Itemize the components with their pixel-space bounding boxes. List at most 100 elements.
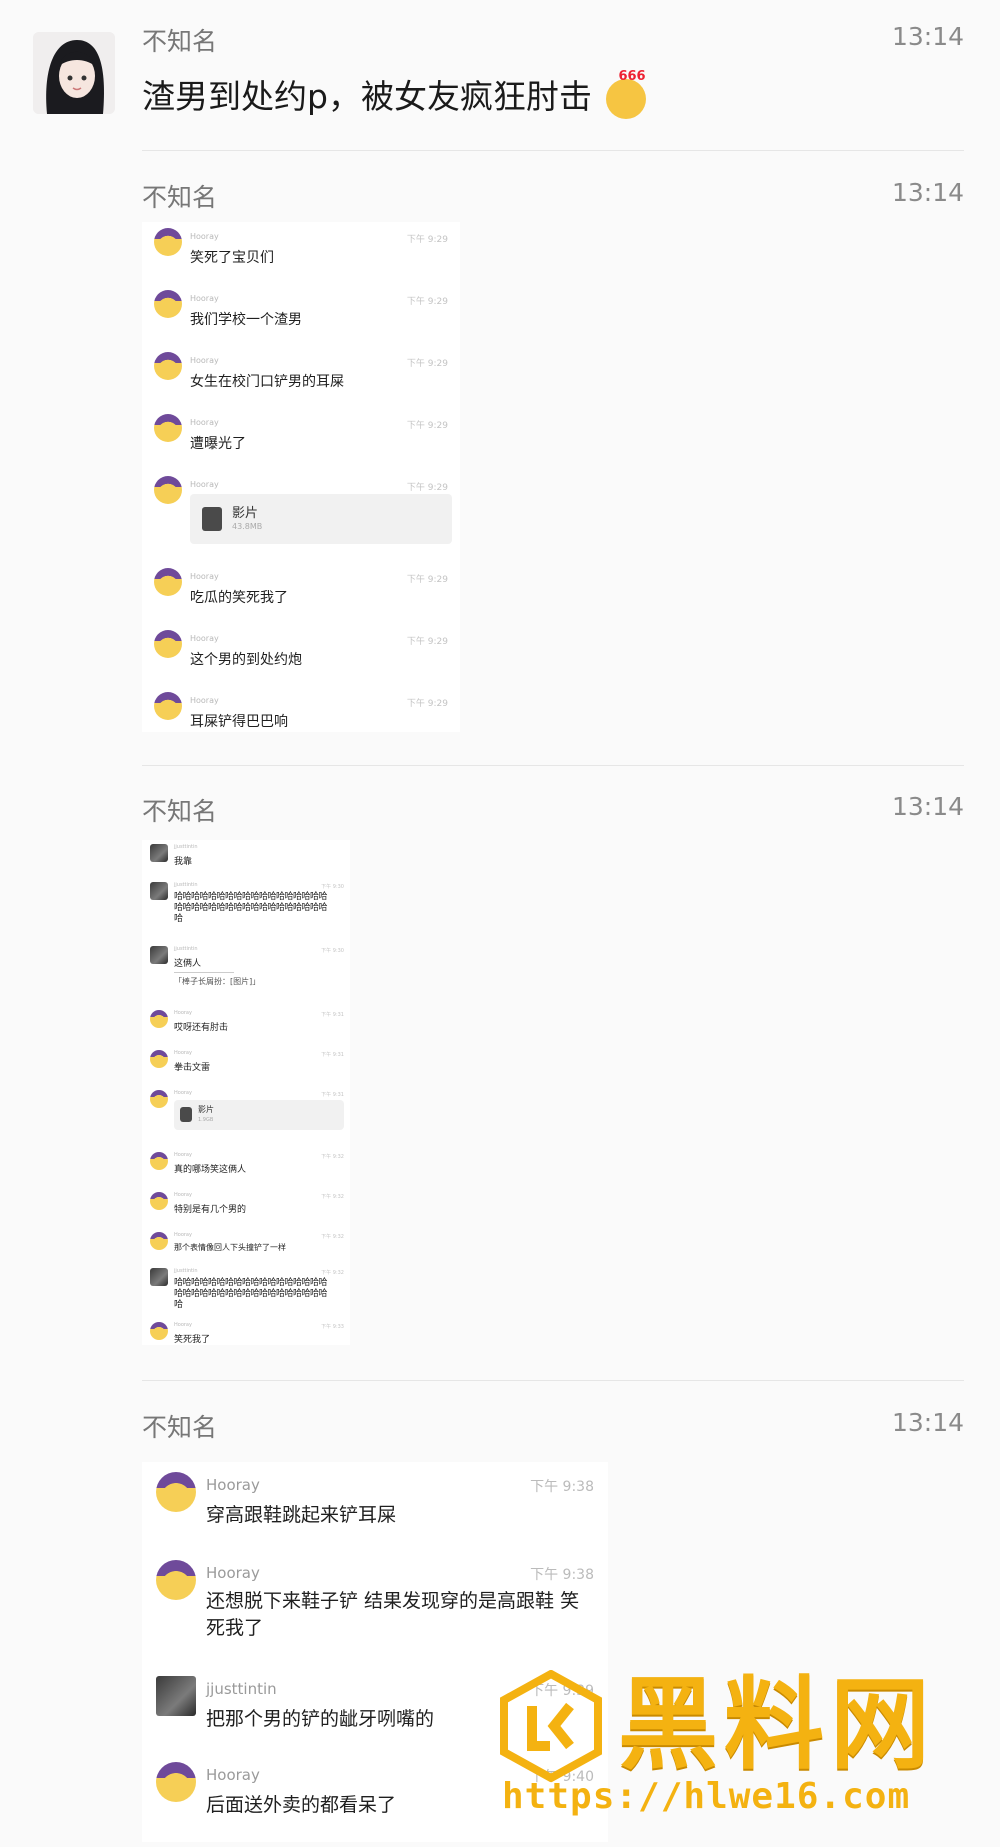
sender-name: Hooray	[190, 232, 219, 241]
message-text: 那个表情像回人下头撞铲了一样	[174, 1243, 286, 1252]
sender-name: Hooray	[190, 572, 219, 581]
emoji-badge: 666	[618, 68, 646, 84]
message-time: 下午 9:29	[406, 297, 448, 307]
avatar	[150, 1268, 168, 1286]
message-time: 下午 9:31	[321, 1012, 344, 1018]
message-text: 我们学校一个渣男	[190, 312, 302, 328]
avatar	[150, 1090, 168, 1108]
author-name[interactable]: 不知名	[142, 22, 217, 58]
sender-name: Hooray	[174, 1050, 192, 1056]
message-time: 下午 9:32	[321, 1194, 344, 1200]
file-size: 1.9GB	[198, 1117, 214, 1123]
avatar-image	[33, 32, 115, 114]
sender-name: jjusttintin	[174, 1268, 198, 1274]
sender-name: Hooray	[174, 1010, 192, 1016]
avatar	[154, 476, 182, 504]
chat-screenshot-2[interactable]: jjusttintin 我靠 jjusttintin 下午 9:30 哈哈哈哈哈…	[142, 840, 350, 1345]
sender-name: Hooray	[206, 1564, 260, 1582]
sender-name: jjusttintin	[174, 882, 198, 888]
post-text: 渣男到处约p，被女友疯狂肘击 666	[142, 69, 647, 119]
avatar	[150, 1152, 168, 1170]
quote-divider	[174, 972, 234, 973]
message-time: 下午 9:32	[321, 1270, 344, 1276]
message-text: 把那个男的铲的龇牙咧嘴的	[206, 1708, 435, 1730]
sender-name: Hooray	[190, 634, 219, 643]
avatar[interactable]	[33, 32, 115, 114]
file-name: 影片	[198, 1105, 214, 1114]
avatar	[154, 290, 182, 318]
avatar	[150, 1192, 168, 1210]
author-name[interactable]: 不知名	[142, 792, 217, 828]
message-time: 下午 9:32	[321, 1154, 344, 1160]
video-file-attachment[interactable]: 影片 1.9GB	[174, 1100, 344, 1130]
message-text: 哈哈哈哈哈哈哈哈哈哈哈哈哈哈哈哈哈哈哈哈哈哈哈哈哈哈哈哈哈哈哈哈哈哈哈哈哈	[174, 892, 328, 924]
avatar	[156, 1762, 196, 1802]
avatar	[154, 352, 182, 380]
message-time: 下午 9:29	[406, 483, 448, 493]
avatar	[150, 1050, 168, 1068]
message-text: 笑死我了	[174, 1335, 211, 1345]
sender-name: Hooray	[174, 1322, 192, 1328]
sender-name: Hooray	[174, 1152, 192, 1158]
sender-name: Hooray	[206, 1766, 260, 1784]
sender-name: Hooray	[206, 1476, 260, 1494]
message-time: 下午 9:29	[406, 575, 448, 585]
message-time: 下午 9:30	[321, 948, 344, 954]
sender-name: jjusttintin	[174, 844, 198, 850]
message-text: 真的哪场笑这俩人	[174, 1165, 247, 1175]
message-text: 还想脱下来鞋子铲 结果发现穿的是高跟鞋 笑死我了	[206, 1590, 580, 1639]
avatar	[156, 1676, 196, 1716]
message-text: 遭曝光了	[190, 436, 246, 452]
sender-name: Hooray	[190, 696, 219, 705]
divider	[142, 1380, 964, 1381]
message-time: 下午 9:29	[406, 359, 448, 369]
message-time: 下午 9:31	[321, 1052, 344, 1058]
message-text: 哎呀还有肘击	[174, 1023, 229, 1033]
smirk-666-emoji-icon: 666	[606, 69, 647, 119]
avatar	[154, 414, 182, 442]
message-text: 笑死了宝贝们	[190, 250, 274, 266]
message-text: 后面送外卖的都看呆了	[206, 1794, 397, 1816]
avatar	[154, 228, 182, 256]
message-time: 下午 9:29	[406, 699, 448, 709]
author-name[interactable]: 不知名	[142, 178, 217, 214]
file-name: 影片	[232, 506, 259, 521]
avatar	[156, 1560, 196, 1600]
watermark-title: 黑料网	[618, 1666, 936, 1783]
sender-name: jjusttintin	[174, 946, 198, 952]
avatar	[156, 1472, 196, 1512]
message-time: 下午 9:38	[530, 1479, 594, 1495]
message-time: 下午 9:30	[321, 884, 344, 890]
sender-name: Hooray	[190, 480, 219, 489]
message-text: 这个男的到处约炮	[190, 652, 302, 668]
quoted-message: 「棒子长屑扮：[图片]」	[174, 977, 261, 986]
avatar	[150, 1232, 168, 1250]
avatar	[154, 630, 182, 658]
avatar	[150, 844, 168, 862]
message-text: 这俩人	[174, 959, 202, 969]
message-text: 特别是有几个男的	[174, 1205, 247, 1215]
file-size: 43.8MB	[232, 522, 263, 531]
post-time: 13:14	[891, 792, 964, 821]
avatar	[150, 882, 168, 900]
message-text: 拳击文雷	[174, 1063, 211, 1073]
watermark-url[interactable]: https://hlwe16.com	[502, 1776, 910, 1817]
message-time: 下午 9:29	[406, 637, 448, 647]
message-text: 耳屎铲得巴巴响	[190, 714, 288, 730]
chat-screenshot-1[interactable]: Hooray 下午 9:29 笑死了宝贝们 Hooray 下午 9:29 我们学…	[142, 222, 460, 732]
message-text: 女生在校门口铲男的耳屎	[190, 374, 344, 390]
file-icon	[180, 1107, 192, 1122]
sender-name: Hooray	[174, 1232, 192, 1238]
message-text: 哈哈哈哈哈哈哈哈哈哈哈哈哈哈哈哈哈哈哈哈哈哈哈哈哈哈哈哈哈哈哈哈哈哈哈哈哈	[174, 1278, 328, 1310]
author-name[interactable]: 不知名	[142, 1408, 217, 1444]
video-file-attachment[interactable]: 影片 43.8MB	[190, 494, 452, 544]
sender-name: Hooray	[190, 294, 219, 303]
post-time: 13:14	[891, 22, 964, 51]
avatar	[150, 1322, 168, 1340]
divider	[142, 150, 964, 151]
post-time: 13:14	[891, 178, 964, 207]
sender-name: jjusttintin	[206, 1680, 277, 1698]
message-time: 下午 9:29	[406, 235, 448, 245]
post-text-content: 渣男到处约p，被女友疯狂肘击	[142, 77, 592, 116]
sender-name: Hooray	[174, 1090, 192, 1096]
